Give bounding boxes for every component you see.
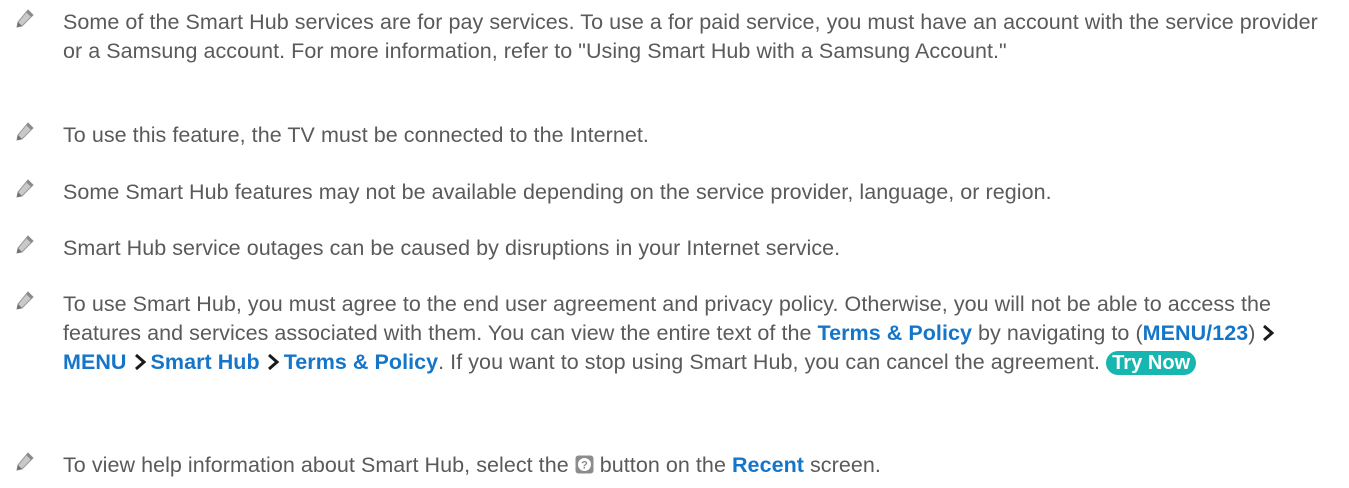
note-text: Some of the Smart Hub services are for p…: [63, 10, 1318, 63]
note-text: Smart Hub service outages can be caused …: [63, 236, 841, 260]
note-text: Some Smart Hub features may not be avail…: [63, 180, 1052, 204]
pencil-icon: [14, 290, 36, 312]
notes-list: Some of the Smart Hub services are for p…: [0, 0, 1349, 488]
note-text-part: screen.: [803, 453, 881, 477]
chevron-right-icon: [133, 354, 147, 370]
menu-key-label: MENU/123: [1142, 321, 1249, 345]
pencil-icon: [14, 121, 36, 143]
path-smart-hub-link[interactable]: Smart Hub: [151, 350, 260, 374]
pencil-icon: [14, 451, 36, 473]
pencil-icon: [14, 234, 36, 256]
note-text: To view help information about Smart Hub…: [63, 451, 1329, 480]
note-text-part: To view help information about Smart Hub…: [63, 453, 575, 477]
pencil-icon: [14, 178, 36, 200]
chevron-right-icon: [266, 354, 280, 370]
note-text-part: ): [1248, 321, 1256, 345]
path-menu-link[interactable]: MENU: [63, 350, 127, 374]
pencil-icon: [14, 8, 36, 30]
terms-policy-link[interactable]: Terms & Policy: [818, 321, 972, 345]
try-now-button[interactable]: Try Now: [1106, 351, 1197, 375]
chevron-right-icon: [1261, 325, 1275, 341]
help-icon: ?: [575, 455, 594, 474]
note-text-part: . If you want to stop using Smart Hub, y…: [438, 350, 1107, 374]
path-terms-policy-link[interactable]: Terms & Policy: [284, 350, 438, 374]
svg-text:?: ?: [581, 460, 588, 472]
recent-link[interactable]: Recent: [732, 453, 804, 477]
note-text-part: button on the: [593, 453, 732, 477]
note-text-part: by navigating to (: [972, 321, 1143, 345]
note-text: To use this feature, the TV must be conn…: [63, 123, 649, 147]
note-text: To use Smart Hub, you must agree to the …: [63, 290, 1329, 377]
